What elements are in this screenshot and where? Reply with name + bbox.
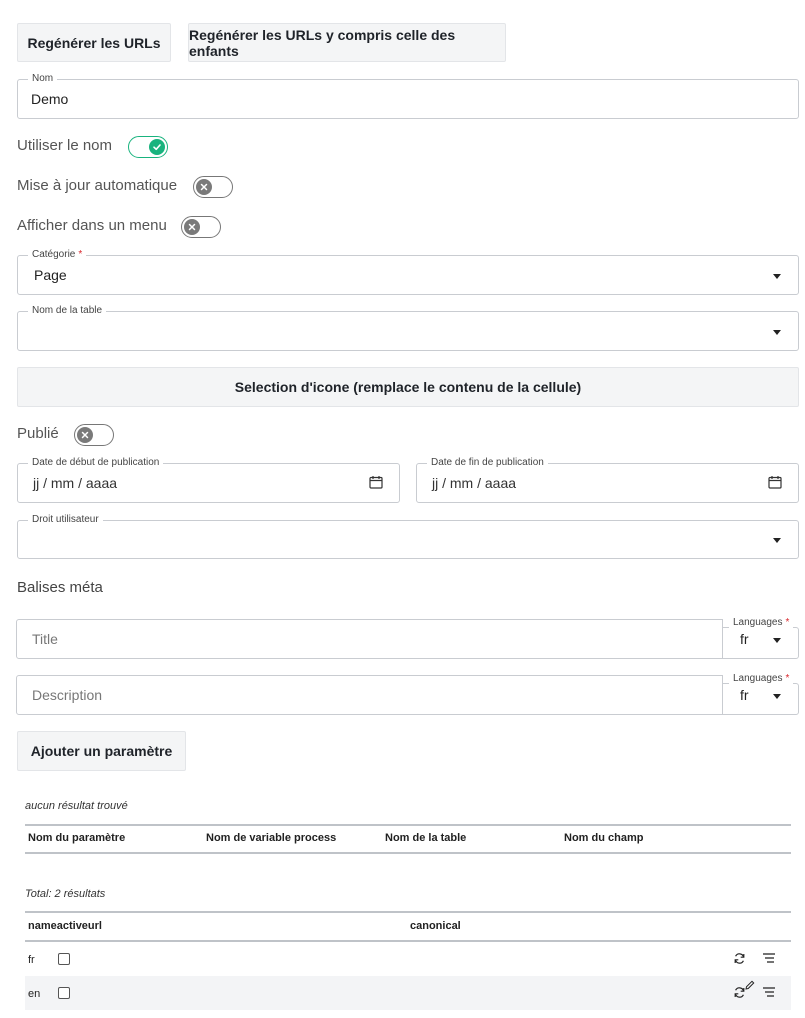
menu-icon[interactable] bbox=[763, 953, 775, 963]
end-date-input[interactable]: Date de fin de publication jj / mm / aaa… bbox=[416, 457, 799, 503]
auto-update-toggle[interactable] bbox=[193, 176, 233, 198]
category-select[interactable]: Catégorie * Page bbox=[17, 249, 799, 295]
calendar-icon[interactable] bbox=[369, 475, 383, 489]
name-field-value: Demo bbox=[31, 91, 69, 107]
end-date-placeholder: jj / mm / aaaa bbox=[432, 475, 517, 491]
field-name-header[interactable]: Nom du champ bbox=[564, 832, 643, 844]
regenerate-urls-children-label: Regénérer les URLs y compris celle des e… bbox=[189, 26, 456, 59]
icon-selection-button[interactable]: Selection d'icone (remplace le contenu d… bbox=[17, 367, 799, 407]
start-date-placeholder: jj / mm / aaaa bbox=[33, 475, 118, 491]
refresh-icon[interactable] bbox=[733, 952, 746, 965]
canonical-header[interactable]: canonical bbox=[410, 920, 461, 932]
close-icon bbox=[196, 179, 212, 195]
meta-title-language-value: fr bbox=[740, 631, 749, 647]
icon-selection-label: Selection d'icone (remplace le contenu d… bbox=[234, 379, 582, 395]
table-name-label: Nom de la table bbox=[28, 305, 107, 317]
chevron-down-icon bbox=[773, 274, 781, 279]
table-row: fr bbox=[25, 942, 791, 976]
calendar-icon[interactable] bbox=[768, 475, 782, 489]
process-variable-header[interactable]: Nom de variable process bbox=[206, 832, 336, 844]
meta-title-placeholder: Title bbox=[32, 631, 58, 647]
table-row: en bbox=[25, 976, 791, 1010]
add-parameter-label: Ajouter un paramètre bbox=[30, 743, 173, 759]
languages-label: Languages * bbox=[729, 617, 794, 629]
menu-icon[interactable] bbox=[763, 987, 775, 997]
published-toggle[interactable] bbox=[74, 424, 114, 446]
check-icon bbox=[149, 139, 165, 155]
active-checkbox[interactable] bbox=[58, 953, 70, 965]
close-icon bbox=[184, 219, 200, 235]
close-icon bbox=[77, 427, 93, 443]
meta-title-input[interactable]: Title bbox=[16, 619, 723, 659]
table-name-select[interactable]: Nom de la table bbox=[17, 305, 799, 351]
start-date-input[interactable]: Date de début de publication jj / mm / a… bbox=[17, 457, 400, 503]
show-in-menu-label: Afficher dans un menu bbox=[17, 217, 167, 234]
start-date-label: Date de début de publication bbox=[28, 457, 164, 469]
no-results-text: aucun résultat trouvé bbox=[25, 800, 128, 812]
table-divider bbox=[25, 824, 791, 826]
name-field-label: Nom bbox=[28, 73, 58, 85]
category-label: Catégorie * bbox=[28, 249, 87, 261]
table-name-header[interactable]: Nom de la table bbox=[385, 832, 466, 844]
chevron-down-icon bbox=[773, 638, 781, 643]
meta-description-language-select[interactable]: Languages * fr bbox=[722, 673, 799, 715]
chevron-down-icon bbox=[773, 694, 781, 699]
active-checkbox[interactable] bbox=[58, 987, 70, 999]
table-divider bbox=[25, 911, 791, 913]
table-divider bbox=[25, 852, 791, 854]
meta-heading: Balises méta bbox=[17, 579, 103, 596]
row-language: en bbox=[28, 988, 41, 1000]
user-right-label: Droit utilisateur bbox=[28, 514, 103, 526]
regenerate-urls-children-button[interactable]: Regénérer les URLs y compris celle des e… bbox=[188, 23, 506, 62]
user-right-select[interactable]: Droit utilisateur bbox=[17, 514, 799, 559]
languages-label: Languages * bbox=[729, 673, 794, 685]
chevron-down-icon bbox=[773, 330, 781, 335]
meta-title-language-select[interactable]: Languages * fr bbox=[722, 617, 799, 659]
regenerate-urls-button[interactable]: Regénérer les URLs bbox=[17, 23, 171, 62]
use-name-label: Utiliser le nom bbox=[17, 137, 113, 154]
end-date-label: Date de fin de publication bbox=[427, 457, 548, 469]
meta-description-language-value: fr bbox=[740, 687, 749, 703]
param-name-header[interactable]: Nom du paramètre bbox=[28, 832, 125, 844]
pencil-icon[interactable] bbox=[745, 980, 755, 990]
category-value: Page bbox=[34, 267, 67, 283]
show-in-menu-toggle[interactable] bbox=[181, 216, 221, 238]
name-field[interactable]: Nom Demo bbox=[17, 73, 799, 119]
row-language: fr bbox=[28, 954, 35, 966]
meta-description-placeholder: Description bbox=[32, 687, 103, 703]
use-name-toggle[interactable] bbox=[128, 136, 168, 158]
add-parameter-button[interactable]: Ajouter un paramètre bbox=[17, 731, 186, 771]
auto-update-label: Mise à jour automatique bbox=[17, 177, 178, 194]
meta-description-input[interactable]: Description bbox=[16, 675, 723, 715]
nameactiveurl-header[interactable]: nameactiveurl bbox=[28, 920, 102, 932]
total-results-text: Total: 2 résultats bbox=[25, 888, 106, 900]
regenerate-urls-label: Regénérer les URLs bbox=[27, 34, 161, 51]
published-label: Publié bbox=[17, 425, 59, 442]
chevron-down-icon bbox=[773, 538, 781, 543]
